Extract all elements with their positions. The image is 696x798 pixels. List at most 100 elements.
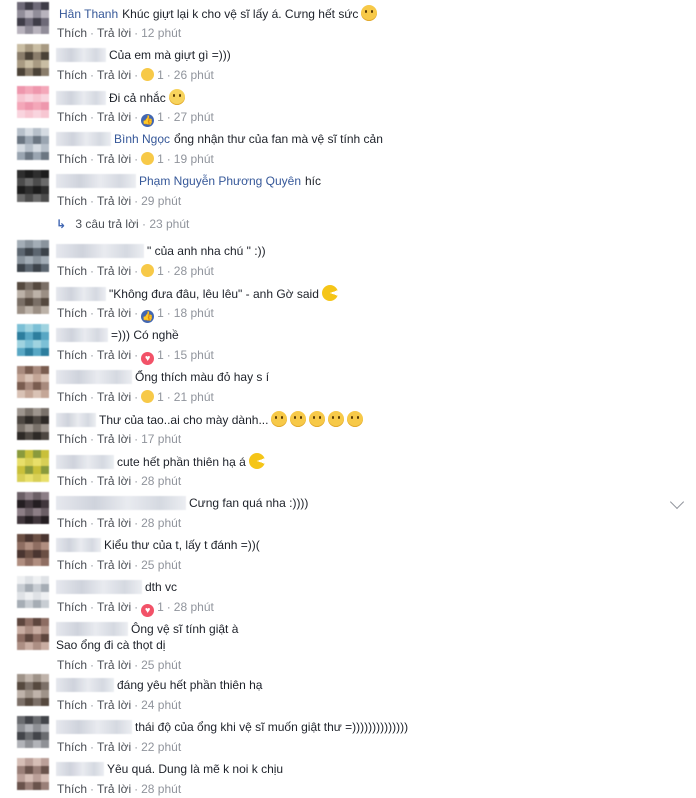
avatar[interactable] bbox=[17, 450, 49, 482]
comment-time[interactable]: 15 phút bbox=[174, 348, 214, 362]
author-name-blurred[interactable] bbox=[56, 370, 132, 384]
avatar[interactable] bbox=[17, 128, 49, 160]
author-name-blurred[interactable] bbox=[56, 455, 114, 469]
like-link[interactable]: Thích bbox=[57, 782, 87, 796]
like-link[interactable]: Thích bbox=[57, 698, 87, 712]
replies-count-link[interactable]: 3 câu trả lời bbox=[75, 217, 138, 231]
avatar[interactable] bbox=[17, 86, 49, 118]
comment-time[interactable]: 21 phút bbox=[174, 390, 214, 404]
reaction-count[interactable]: 1 bbox=[157, 110, 164, 124]
avatar[interactable] bbox=[17, 240, 49, 272]
reply-link[interactable]: Trả lời bbox=[97, 658, 131, 672]
comment-time[interactable]: 28 phút bbox=[141, 782, 181, 796]
reply-link[interactable]: Trả lời bbox=[97, 558, 131, 572]
avatar[interactable] bbox=[17, 618, 49, 650]
avatar[interactable] bbox=[17, 44, 49, 76]
comment-time[interactable]: 19 phút bbox=[174, 152, 214, 166]
reply-link[interactable]: Trả lời bbox=[97, 516, 131, 530]
like-link[interactable]: Thích bbox=[57, 264, 87, 278]
author-name-blurred[interactable] bbox=[56, 91, 106, 105]
author-name-blurred[interactable] bbox=[56, 762, 104, 776]
reply-link[interactable]: Trả lời bbox=[97, 152, 131, 166]
reply-link[interactable]: Trả lời bbox=[97, 600, 131, 614]
author-name-blurred[interactable] bbox=[56, 48, 106, 62]
reaction-count[interactable]: 1 bbox=[157, 600, 164, 614]
reply-link[interactable]: Trả lời bbox=[97, 194, 131, 208]
author-name-blurred[interactable] bbox=[56, 538, 101, 552]
haha-reaction-icon[interactable] bbox=[141, 390, 155, 403]
like-link[interactable]: Thích bbox=[57, 516, 87, 530]
reply-link[interactable]: Trả lời bbox=[97, 348, 131, 362]
comment-time[interactable]: 27 phút bbox=[174, 110, 214, 124]
reply-link[interactable]: Trả lời bbox=[97, 432, 131, 446]
comment-time[interactable]: 28 phút bbox=[141, 516, 181, 530]
like-link[interactable]: Thích bbox=[57, 110, 87, 124]
like-link[interactable]: Thích bbox=[57, 194, 87, 208]
like-link[interactable]: Thích bbox=[57, 306, 87, 320]
comment-time[interactable]: 26 phút bbox=[174, 68, 214, 82]
like-link[interactable]: Thích bbox=[57, 26, 87, 40]
reaction-count[interactable]: 1 bbox=[157, 390, 164, 404]
avatar[interactable] bbox=[17, 534, 49, 566]
author-name-blurred[interactable] bbox=[56, 244, 144, 258]
author-name[interactable]: Phạm Nguyễn Phương Quyên bbox=[139, 174, 301, 188]
comment-time[interactable]: 29 phút bbox=[141, 194, 181, 208]
view-replies[interactable]: ↳ 3 câu trả lời · 23 phút bbox=[56, 217, 189, 231]
comment-time[interactable]: 28 phút bbox=[174, 600, 214, 614]
reaction-count[interactable]: 1 bbox=[157, 306, 164, 320]
reply-link[interactable]: Trả lời bbox=[97, 68, 131, 82]
comment-time[interactable]: 28 phút bbox=[174, 264, 214, 278]
like-link[interactable]: Thích bbox=[57, 558, 87, 572]
haha-reaction-icon[interactable] bbox=[141, 152, 155, 165]
avatar[interactable] bbox=[17, 576, 49, 608]
avatar[interactable] bbox=[17, 492, 49, 524]
avatar[interactable] bbox=[17, 170, 49, 202]
author-name-blurred[interactable] bbox=[56, 720, 132, 734]
reply-link[interactable]: Trả lời bbox=[97, 698, 131, 712]
like-link[interactable]: Thích bbox=[57, 68, 87, 82]
author-name[interactable]: Bình Ngọc bbox=[114, 132, 170, 146]
author-name-blurred[interactable] bbox=[56, 328, 108, 342]
comment-time[interactable]: 25 phút bbox=[141, 658, 181, 672]
comment-time[interactable]: 22 phút bbox=[141, 740, 181, 754]
avatar[interactable] bbox=[17, 716, 49, 748]
author-name-blurred[interactable] bbox=[56, 287, 106, 301]
haha-reaction-icon[interactable] bbox=[141, 68, 155, 81]
reply-link[interactable]: Trả lời bbox=[97, 474, 131, 488]
reply-link[interactable]: Trả lời bbox=[97, 390, 131, 404]
like-link[interactable]: Thích bbox=[57, 474, 87, 488]
comment-time[interactable]: 18 phút bbox=[174, 306, 214, 320]
avatar[interactable] bbox=[17, 408, 49, 440]
like-link[interactable]: Thích bbox=[57, 740, 87, 754]
like-link[interactable]: Thích bbox=[57, 600, 87, 614]
reply-link[interactable]: Trả lời bbox=[97, 740, 131, 754]
reaction-count[interactable]: 1 bbox=[157, 264, 164, 278]
avatar[interactable] bbox=[17, 324, 49, 356]
reply-link[interactable]: Trả lời bbox=[97, 264, 131, 278]
avatar[interactable] bbox=[17, 758, 49, 790]
comment-time[interactable]: 25 phút bbox=[141, 558, 181, 572]
avatar[interactable] bbox=[17, 2, 49, 34]
avatar[interactable] bbox=[17, 366, 49, 398]
author-name-blurred[interactable] bbox=[56, 580, 142, 594]
author-name[interactable]: Hân Thanh bbox=[59, 7, 118, 21]
author-name-blurred[interactable] bbox=[56, 622, 128, 636]
reply-link[interactable]: Trả lời bbox=[97, 782, 131, 796]
author-name-blurred[interactable] bbox=[56, 174, 136, 188]
author-name-blurred[interactable] bbox=[56, 496, 186, 510]
reply-link[interactable]: Trả lời bbox=[97, 26, 131, 40]
reaction-count[interactable]: 1 bbox=[157, 152, 164, 166]
like-link[interactable]: Thích bbox=[57, 432, 87, 446]
reaction-count[interactable]: 1 bbox=[157, 68, 164, 82]
avatar[interactable] bbox=[17, 674, 49, 706]
comment-time[interactable]: 17 phút bbox=[141, 432, 181, 446]
like-link[interactable]: Thích bbox=[57, 658, 87, 672]
haha-reaction-icon[interactable] bbox=[141, 264, 155, 277]
comment-time[interactable]: 28 phút bbox=[141, 474, 181, 488]
comment-time[interactable]: 12 phút bbox=[141, 26, 181, 40]
like-link[interactable]: Thích bbox=[57, 348, 87, 362]
avatar[interactable] bbox=[17, 282, 49, 314]
comment-time[interactable]: 24 phút bbox=[141, 698, 181, 712]
replies-time[interactable]: 23 phút bbox=[149, 217, 189, 231]
author-name-blurred[interactable] bbox=[56, 678, 114, 692]
